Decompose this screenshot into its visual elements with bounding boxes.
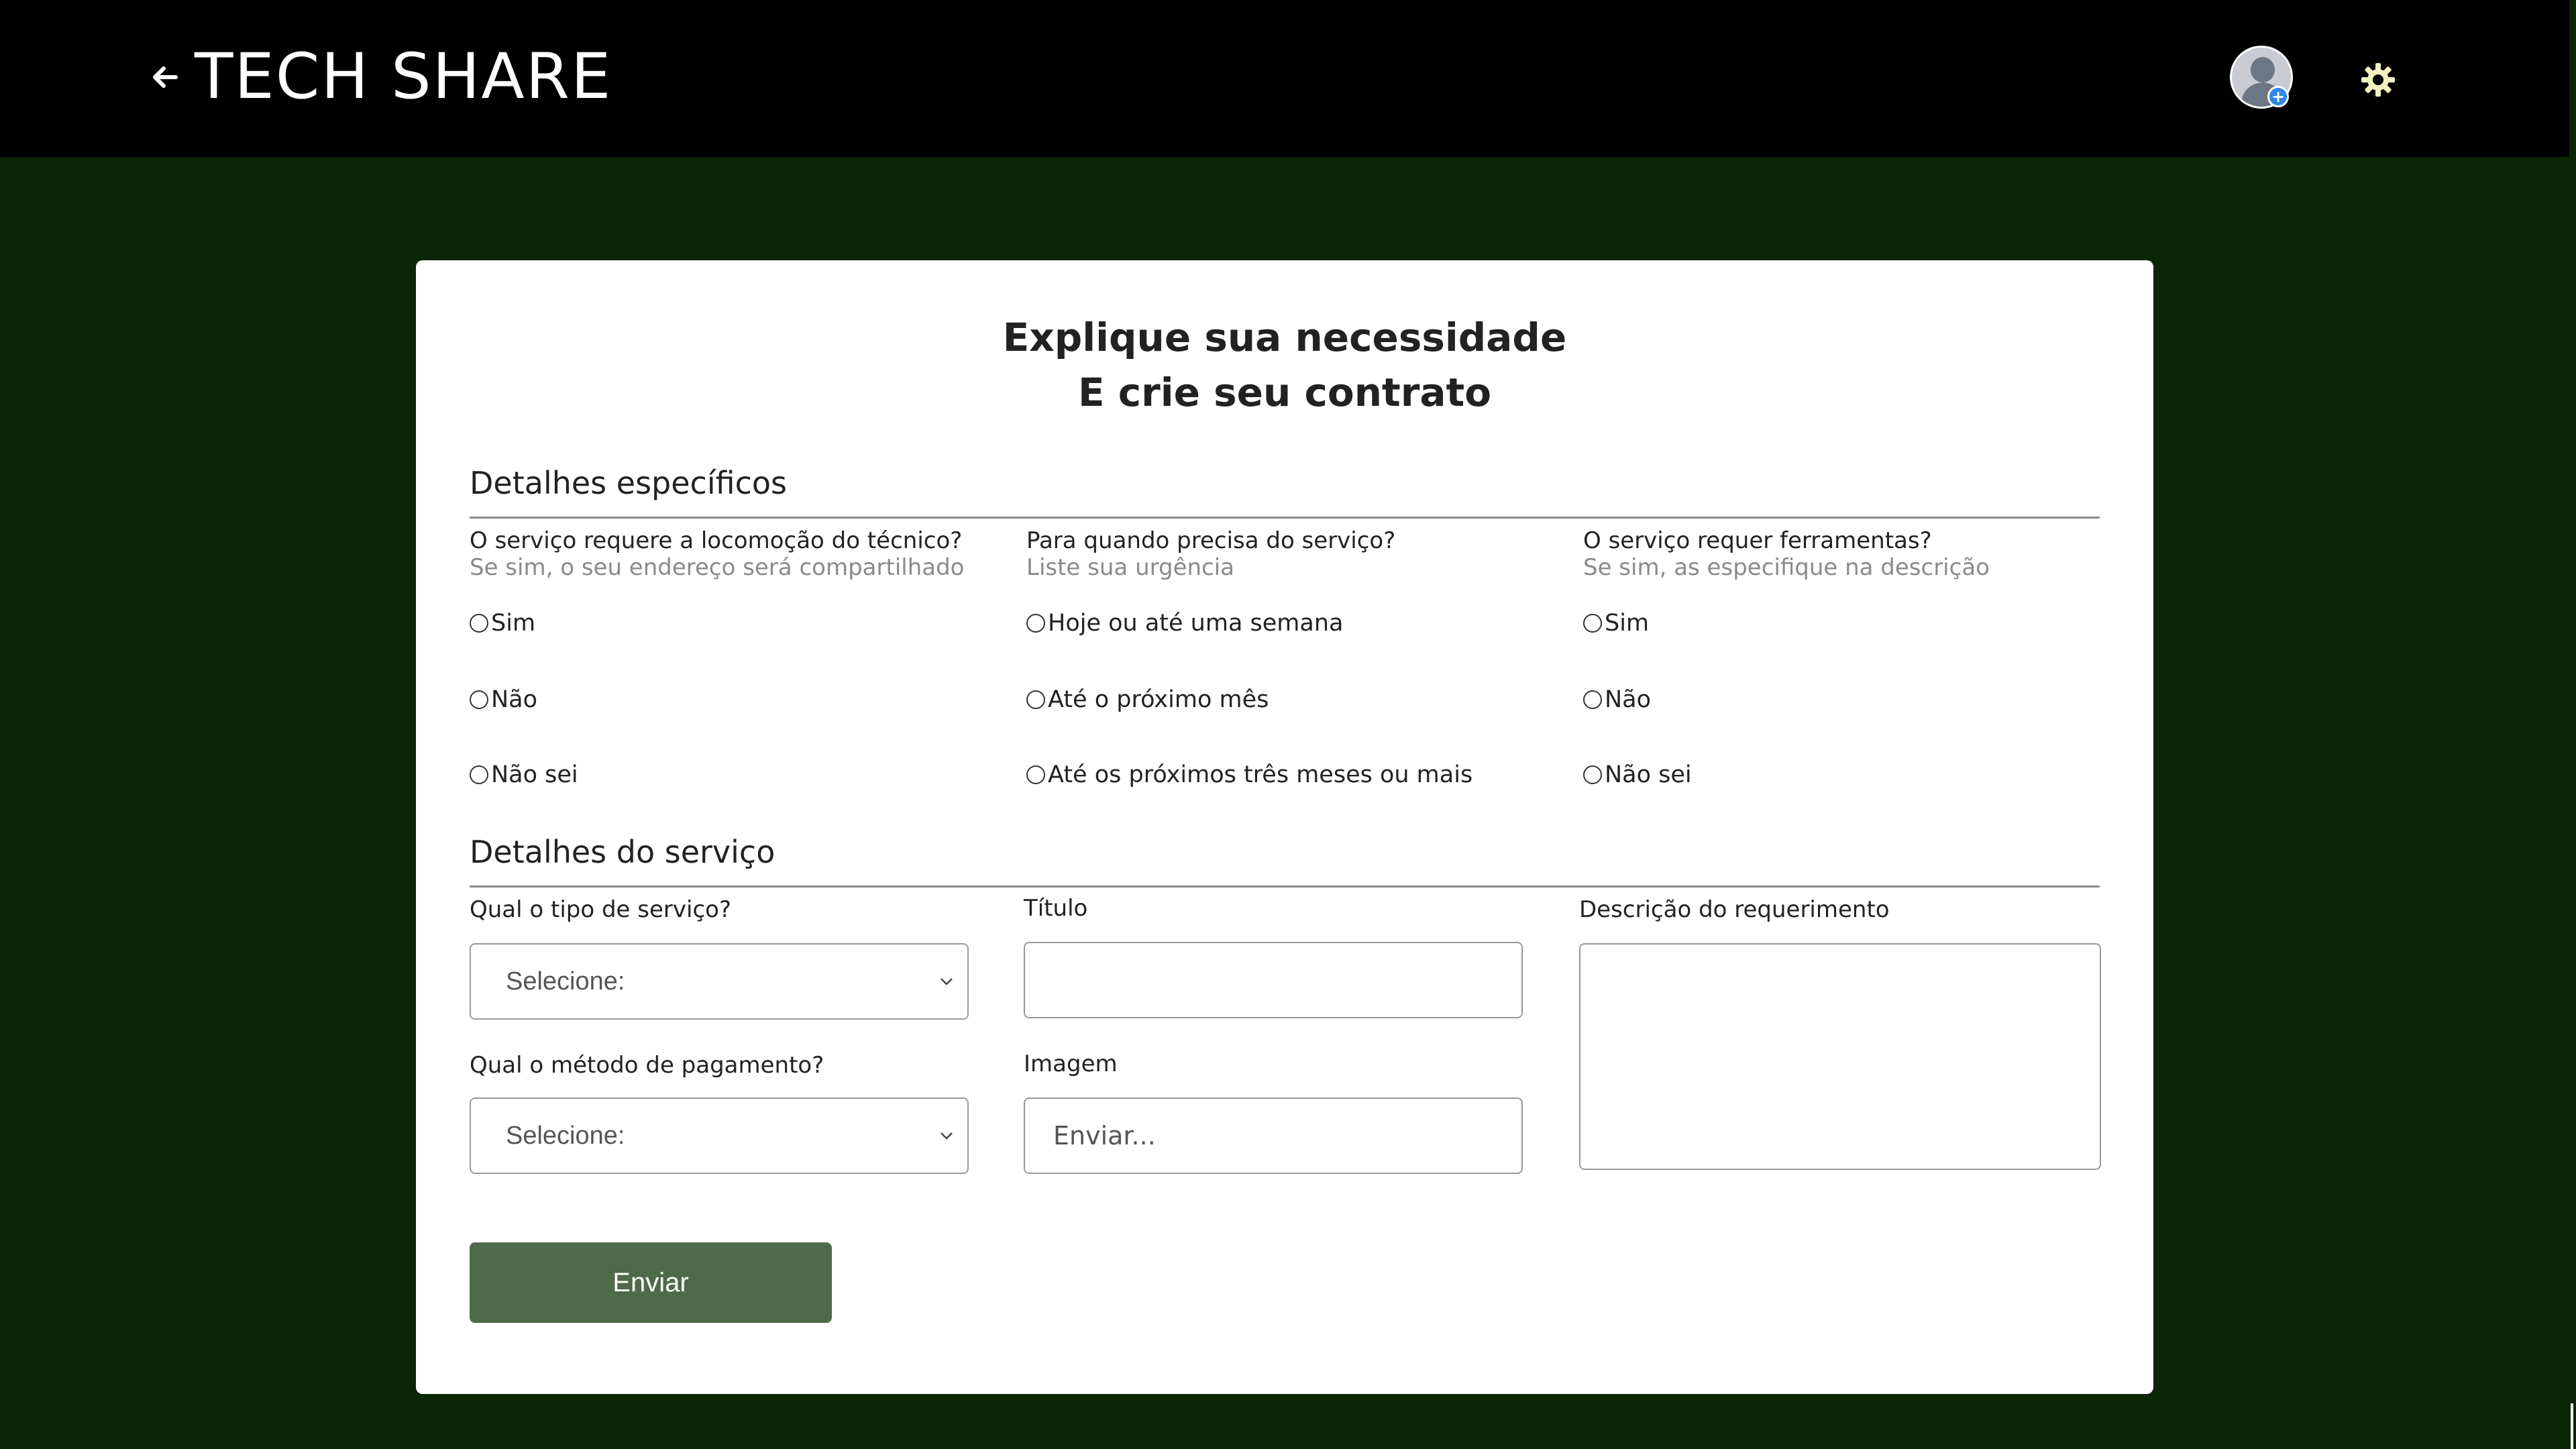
image-upload-input[interactable]: Enviar...: [1024, 1097, 1523, 1174]
section-title-service: Detalhes do serviço: [470, 834, 775, 870]
service-type-value: Selecione:: [506, 967, 625, 996]
question-hint-tools: Se sim, as especifique na descrição: [1583, 554, 1990, 581]
radio-option[interactable]: Não: [470, 683, 537, 716]
radio-option[interactable]: Não sei: [470, 758, 578, 792]
form-title-line2: E crie seu contrato: [1077, 370, 1492, 415]
radio-button[interactable]: [1583, 690, 1602, 709]
section-divider: [470, 885, 2100, 888]
image-upload-placeholder: Enviar...: [1053, 1121, 1156, 1150]
radio-option[interactable]: Sim: [1583, 606, 1649, 640]
form-title-line1: Explique sua necessidade: [1002, 315, 1567, 360]
section-divider: [470, 517, 2100, 519]
arrow-left-icon[interactable]: [149, 52, 184, 102]
service-type-label: Qual o tipo de serviço?: [470, 896, 732, 923]
radio-label: Não: [491, 686, 538, 713]
form-title: Explique sua necessidade E crie seu cont…: [416, 310, 2153, 420]
section-title-specific: Detalhes específicos: [470, 465, 787, 501]
payment-method-select[interactable]: Selecione:: [470, 1097, 969, 1174]
radio-label: Até o próximo mês: [1048, 686, 1269, 713]
radio-option[interactable]: Até os próximos três meses ou mais: [1026, 758, 1472, 792]
chevron-down-icon: [941, 978, 953, 985]
radio-button[interactable]: [1026, 765, 1045, 784]
title-label: Título: [1024, 895, 1088, 922]
question-hint-urgency: Liste sua urgência: [1026, 554, 1235, 581]
brand-title[interactable]: TECH SHARE: [195, 34, 612, 121]
radio-button[interactable]: [1583, 765, 1602, 784]
radio-option[interactable]: Não: [1583, 683, 1651, 716]
radio-button[interactable]: [1026, 690, 1045, 709]
radio-label: Não: [1605, 686, 1652, 713]
question-label-locomotion: O serviço requere a locomoção do técnico…: [470, 527, 963, 554]
title-input[interactable]: [1024, 942, 1523, 1018]
radio-label: Não sei: [491, 761, 578, 788]
radio-option[interactable]: Até o próximo mês: [1026, 683, 1269, 716]
radio-option[interactable]: Não sei: [1583, 758, 1692, 792]
service-type-select[interactable]: Selecione:: [470, 943, 969, 1020]
image-label: Imagem: [1024, 1051, 1118, 1077]
radio-label: Sim: [1605, 610, 1650, 637]
radio-button[interactable]: [1026, 614, 1045, 633]
radio-button[interactable]: [470, 690, 488, 709]
chevron-down-icon: [941, 1132, 953, 1140]
text-cursor-indicator: [2571, 1403, 2573, 1449]
radio-label: Não sei: [1605, 761, 1692, 788]
radio-label: Até os próximos três meses ou mais: [1048, 761, 1473, 788]
avatar-add-badge[interactable]: +: [2267, 86, 2289, 107]
question-label-tools: O serviço requer ferramentas?: [1583, 527, 1932, 554]
radio-label: Sim: [491, 610, 536, 637]
description-textarea[interactable]: [1579, 943, 2101, 1170]
question-label-urgency: Para quando precisa do serviço?: [1026, 527, 1396, 554]
radio-button[interactable]: [1583, 614, 1602, 633]
submit-button[interactable]: Enviar: [470, 1242, 832, 1323]
app-header: TECH SHARE +: [0, 0, 2569, 157]
gear-icon[interactable]: [2360, 62, 2396, 98]
radio-button[interactable]: [470, 614, 488, 633]
radio-option[interactable]: Sim: [470, 606, 535, 640]
payment-method-value: Selecione:: [506, 1122, 625, 1150]
contract-form-card: Explique sua necessidade E crie seu cont…: [416, 260, 2153, 1394]
description-label: Descrição do requerimento: [1579, 896, 1890, 923]
payment-method-label: Qual o método de pagamento?: [470, 1052, 824, 1079]
radio-option[interactable]: Hoje ou até uma semana: [1026, 606, 1343, 640]
question-hint-locomotion: Se sim, o seu endereço será compartilhad…: [470, 554, 965, 581]
radio-label: Hoje ou até uma semana: [1048, 610, 1344, 637]
radio-button[interactable]: [470, 765, 488, 784]
